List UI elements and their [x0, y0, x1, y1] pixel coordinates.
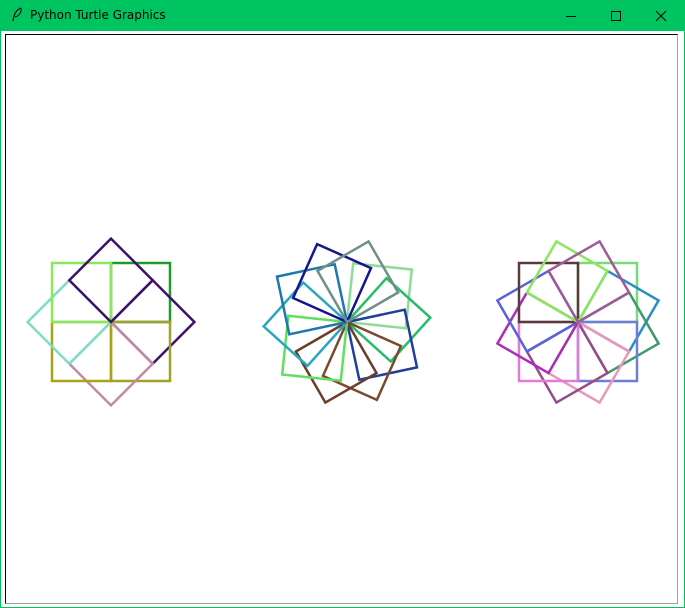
square-11	[525, 239, 610, 324]
square-12	[546, 239, 631, 324]
square-6	[525, 320, 610, 405]
square-3	[576, 290, 661, 375]
four-square-rosette	[25, 236, 197, 408]
square-2	[576, 269, 661, 354]
turtle-canvas[interactable]	[5, 34, 678, 604]
square-5	[546, 320, 631, 405]
square-8	[495, 290, 580, 375]
window-client-area	[1, 31, 684, 607]
feather-icon	[12, 7, 22, 22]
window-title: Python Turtle Graphics	[30, 8, 166, 22]
ten-square-rosette	[261, 239, 433, 405]
square-6	[280, 314, 349, 383]
turtle-drawing	[25, 236, 661, 408]
close-icon	[655, 10, 667, 21]
square-1	[345, 261, 414, 330]
maximize-icon	[611, 10, 621, 21]
minimize-icon	[566, 15, 576, 17]
maximize-button[interactable]	[593, 0, 639, 31]
close-button[interactable]	[638, 0, 684, 31]
twelve-square-rosette	[495, 239, 661, 405]
square-9	[495, 269, 580, 354]
title-bar[interactable]: Python Turtle Graphics	[0, 0, 685, 31]
minimize-button[interactable]	[548, 0, 594, 31]
